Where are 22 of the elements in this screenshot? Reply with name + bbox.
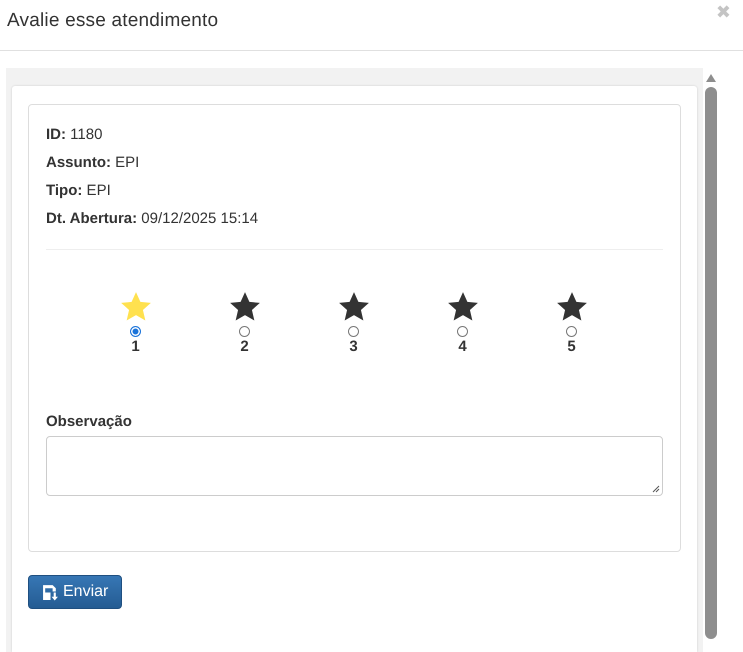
radio-button[interactable] — [239, 326, 250, 337]
dialog-title: Avalie esse atendimento — [7, 10, 218, 32]
observation-field[interactable] — [46, 436, 663, 496]
save-icon — [42, 584, 59, 600]
rating-number: 5 — [567, 337, 576, 357]
rating-number: 1 — [131, 337, 140, 357]
radio-button[interactable] — [348, 326, 359, 337]
radio-button[interactable] — [566, 326, 577, 337]
radio-button[interactable] — [457, 326, 468, 337]
rating-number: 2 — [240, 337, 249, 357]
resize-grip-icon[interactable] — [652, 485, 660, 493]
submit-button[interactable]: Enviar — [28, 575, 122, 609]
detail-line: Assunto: EPI — [46, 153, 140, 173]
scroll-up-icon[interactable] — [705, 73, 717, 83]
scrollbar-thumb[interactable] — [705, 87, 717, 639]
detail-line: Tipo: EPI — [46, 181, 112, 201]
rating-number: 4 — [458, 337, 467, 357]
field-label: Observação — [46, 413, 133, 430]
detail-line: Dt. Abertura: 09/12/2025 15:14 — [46, 209, 260, 229]
detail-line: ID: 1180 — [46, 125, 104, 145]
radio-button[interactable] — [130, 326, 141, 337]
rating-number: 3 — [349, 337, 358, 357]
